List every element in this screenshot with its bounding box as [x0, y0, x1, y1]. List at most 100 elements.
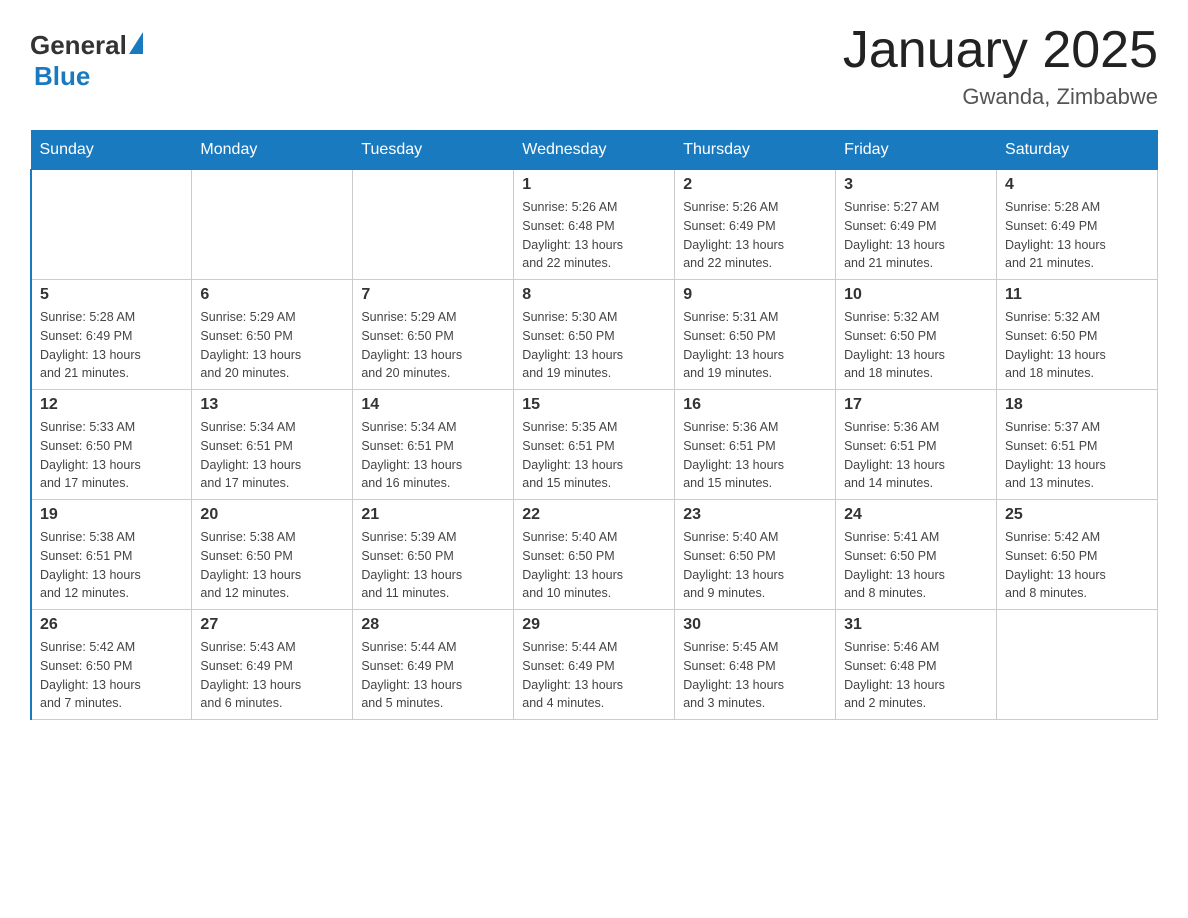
calendar-cell: 14 Sunrise: 5:34 AM Sunset: 6:51 PM Dayli…: [353, 390, 514, 500]
day-number: 17: [844, 396, 988, 414]
calendar-cell: 4 Sunrise: 5:28 AM Sunset: 6:49 PM Daylig…: [997, 170, 1158, 280]
day-of-week-header: Wednesday: [514, 131, 675, 170]
day-info: Sunrise: 5:34 AM Sunset: 6:51 PM Dayligh…: [200, 418, 344, 493]
day-number: 18: [1005, 396, 1149, 414]
calendar-cell: 11 Sunrise: 5:32 AM Sunset: 6:50 PM Dayli…: [997, 280, 1158, 390]
day-info: Sunrise: 5:38 AM Sunset: 6:51 PM Dayligh…: [40, 528, 183, 603]
page-header: GeneralBlue January 2025 Gwanda, Zimbabw…: [30, 20, 1158, 110]
calendar-cell: 10Sunrise: 5:32 AM Sunset: 6:50 PM Dayli…: [836, 280, 997, 390]
day-number: 6: [200, 286, 344, 304]
calendar-cell: [353, 170, 514, 280]
day-info: Sunrise: 5:33 AM Sunset: 6:50 PM Dayligh…: [40, 418, 183, 493]
calendar-cell: 15 Sunrise: 5:35 AM Sunset: 6:51 PM Dayli…: [514, 390, 675, 500]
calendar-cell: 7Sunrise: 5:29 AM Sunset: 6:50 PM Daylig…: [353, 280, 514, 390]
day-info: Sunrise: 5:35 AM Sunset: 6:51 PM Dayligh…: [522, 418, 666, 493]
calendar-cell: 2Sunrise: 5:26 AM Sunset: 6:49 PM Daylig…: [675, 170, 836, 280]
week-row: 12 Sunrise: 5:33 AM Sunset: 6:50 PM Dayli…: [31, 390, 1158, 500]
day-number: 13: [200, 396, 344, 414]
day-number: 11: [1005, 286, 1149, 304]
day-info: Sunrise: 5:40 AM Sunset: 6:50 PM Dayligh…: [522, 528, 666, 603]
day-number: 1: [522, 176, 666, 194]
day-number: 27: [200, 616, 344, 634]
logo-general: General: [30, 30, 127, 61]
calendar-cell: 13 Sunrise: 5:34 AM Sunset: 6:51 PM Dayli…: [192, 390, 353, 500]
day-number: 5: [40, 286, 183, 304]
day-info: Sunrise: 5:39 AM Sunset: 6:50 PM Dayligh…: [361, 528, 505, 603]
day-info: Sunrise: 5:45 AM Sunset: 6:48 PM Dayligh…: [683, 638, 827, 713]
day-info: Sunrise: 5:34 AM Sunset: 6:51 PM Dayligh…: [361, 418, 505, 493]
day-of-week-header: Saturday: [997, 131, 1158, 170]
day-of-week-header: Monday: [192, 131, 353, 170]
day-info: Sunrise: 5:44 AM Sunset: 6:49 PM Dayligh…: [522, 638, 666, 713]
day-number: 16: [683, 396, 827, 414]
day-number: 22: [522, 506, 666, 524]
day-info: Sunrise: 5:29 AM Sunset: 6:50 PM Dayligh…: [200, 308, 344, 383]
calendar-cell: 18 Sunrise: 5:37 AM Sunset: 6:51 PM Dayli…: [997, 390, 1158, 500]
logo-triangle-icon: [129, 32, 143, 54]
header-row: SundayMondayTuesdayWednesdayThursdayFrid…: [31, 131, 1158, 170]
title-area: January 2025 Gwanda, Zimbabwe: [843, 20, 1158, 110]
calendar-cell: 20Sunrise: 5:38 AM Sunset: 6:50 PM Dayli…: [192, 500, 353, 610]
logo: GeneralBlue: [30, 30, 143, 92]
day-info: Sunrise: 5:36 AM Sunset: 6:51 PM Dayligh…: [844, 418, 988, 493]
calendar-header: SundayMondayTuesdayWednesdayThursdayFrid…: [31, 131, 1158, 170]
day-number: 10: [844, 286, 988, 304]
week-row: 5 Sunrise: 5:28 AM Sunset: 6:49 PM Daylig…: [31, 280, 1158, 390]
day-number: 23: [683, 506, 827, 524]
day-number: 3: [844, 176, 988, 194]
calendar-cell: 9 Sunrise: 5:31 AM Sunset: 6:50 PM Daylig…: [675, 280, 836, 390]
calendar-cell: 22 Sunrise: 5:40 AM Sunset: 6:50 PM Dayli…: [514, 500, 675, 610]
day-number: 15: [522, 396, 666, 414]
day-info: Sunrise: 5:36 AM Sunset: 6:51 PM Dayligh…: [683, 418, 827, 493]
calendar-body: 1Sunrise: 5:26 AM Sunset: 6:48 PM Daylig…: [31, 170, 1158, 720]
day-number: 12: [40, 396, 183, 414]
day-info: Sunrise: 5:44 AM Sunset: 6:49 PM Dayligh…: [361, 638, 505, 713]
day-number: 28: [361, 616, 505, 634]
calendar-subtitle: Gwanda, Zimbabwe: [843, 84, 1158, 110]
week-row: 26Sunrise: 5:42 AM Sunset: 6:50 PM Dayli…: [31, 610, 1158, 720]
calendar-title: January 2025: [843, 20, 1158, 80]
day-number: 14: [361, 396, 505, 414]
calendar-cell: 26Sunrise: 5:42 AM Sunset: 6:50 PM Dayli…: [31, 610, 192, 720]
calendar-cell: 31Sunrise: 5:46 AM Sunset: 6:48 PM Dayli…: [836, 610, 997, 720]
week-row: 1Sunrise: 5:26 AM Sunset: 6:48 PM Daylig…: [31, 170, 1158, 280]
calendar-cell: 12 Sunrise: 5:33 AM Sunset: 6:50 PM Dayli…: [31, 390, 192, 500]
day-number: 2: [683, 176, 827, 194]
calendar-cell: [997, 610, 1158, 720]
day-number: 7: [361, 286, 505, 304]
day-number: 19: [40, 506, 183, 524]
calendar-cell: 19 Sunrise: 5:38 AM Sunset: 6:51 PM Dayli…: [31, 500, 192, 610]
day-number: 24: [844, 506, 988, 524]
calendar-cell: 17 Sunrise: 5:36 AM Sunset: 6:51 PM Dayli…: [836, 390, 997, 500]
day-number: 4: [1005, 176, 1149, 194]
day-info: Sunrise: 5:28 AM Sunset: 6:49 PM Dayligh…: [1005, 198, 1149, 273]
calendar-cell: 25Sunrise: 5:42 AM Sunset: 6:50 PM Dayli…: [997, 500, 1158, 610]
calendar-table: SundayMondayTuesdayWednesdayThursdayFrid…: [30, 130, 1158, 720]
day-info: Sunrise: 5:37 AM Sunset: 6:51 PM Dayligh…: [1005, 418, 1149, 493]
day-info: Sunrise: 5:41 AM Sunset: 6:50 PM Dayligh…: [844, 528, 988, 603]
day-info: Sunrise: 5:43 AM Sunset: 6:49 PM Dayligh…: [200, 638, 344, 713]
calendar-cell: 29 Sunrise: 5:44 AM Sunset: 6:49 PM Dayli…: [514, 610, 675, 720]
logo-blue: Blue: [34, 61, 90, 92]
day-number: 9: [683, 286, 827, 304]
day-number: 8: [522, 286, 666, 304]
calendar-cell: 5 Sunrise: 5:28 AM Sunset: 6:49 PM Daylig…: [31, 280, 192, 390]
day-number: 21: [361, 506, 505, 524]
day-info: Sunrise: 5:42 AM Sunset: 6:50 PM Dayligh…: [40, 638, 183, 713]
day-number: 29: [522, 616, 666, 634]
calendar-cell: 3Sunrise: 5:27 AM Sunset: 6:49 PM Daylig…: [836, 170, 997, 280]
calendar-cell: [192, 170, 353, 280]
day-info: Sunrise: 5:38 AM Sunset: 6:50 PM Dayligh…: [200, 528, 344, 603]
day-info: Sunrise: 5:31 AM Sunset: 6:50 PM Dayligh…: [683, 308, 827, 383]
day-info: Sunrise: 5:28 AM Sunset: 6:49 PM Dayligh…: [40, 308, 183, 383]
day-info: Sunrise: 5:32 AM Sunset: 6:50 PM Dayligh…: [1005, 308, 1149, 383]
calendar-cell: [31, 170, 192, 280]
calendar-cell: 8Sunrise: 5:30 AM Sunset: 6:50 PM Daylig…: [514, 280, 675, 390]
day-info: Sunrise: 5:42 AM Sunset: 6:50 PM Dayligh…: [1005, 528, 1149, 603]
day-of-week-header: Friday: [836, 131, 997, 170]
calendar-cell: 23Sunrise: 5:40 AM Sunset: 6:50 PM Dayli…: [675, 500, 836, 610]
calendar-cell: 28 Sunrise: 5:44 AM Sunset: 6:49 PM Dayli…: [353, 610, 514, 720]
calendar-cell: 1Sunrise: 5:26 AM Sunset: 6:48 PM Daylig…: [514, 170, 675, 280]
calendar-cell: 30Sunrise: 5:45 AM Sunset: 6:48 PM Dayli…: [675, 610, 836, 720]
day-of-week-header: Tuesday: [353, 131, 514, 170]
